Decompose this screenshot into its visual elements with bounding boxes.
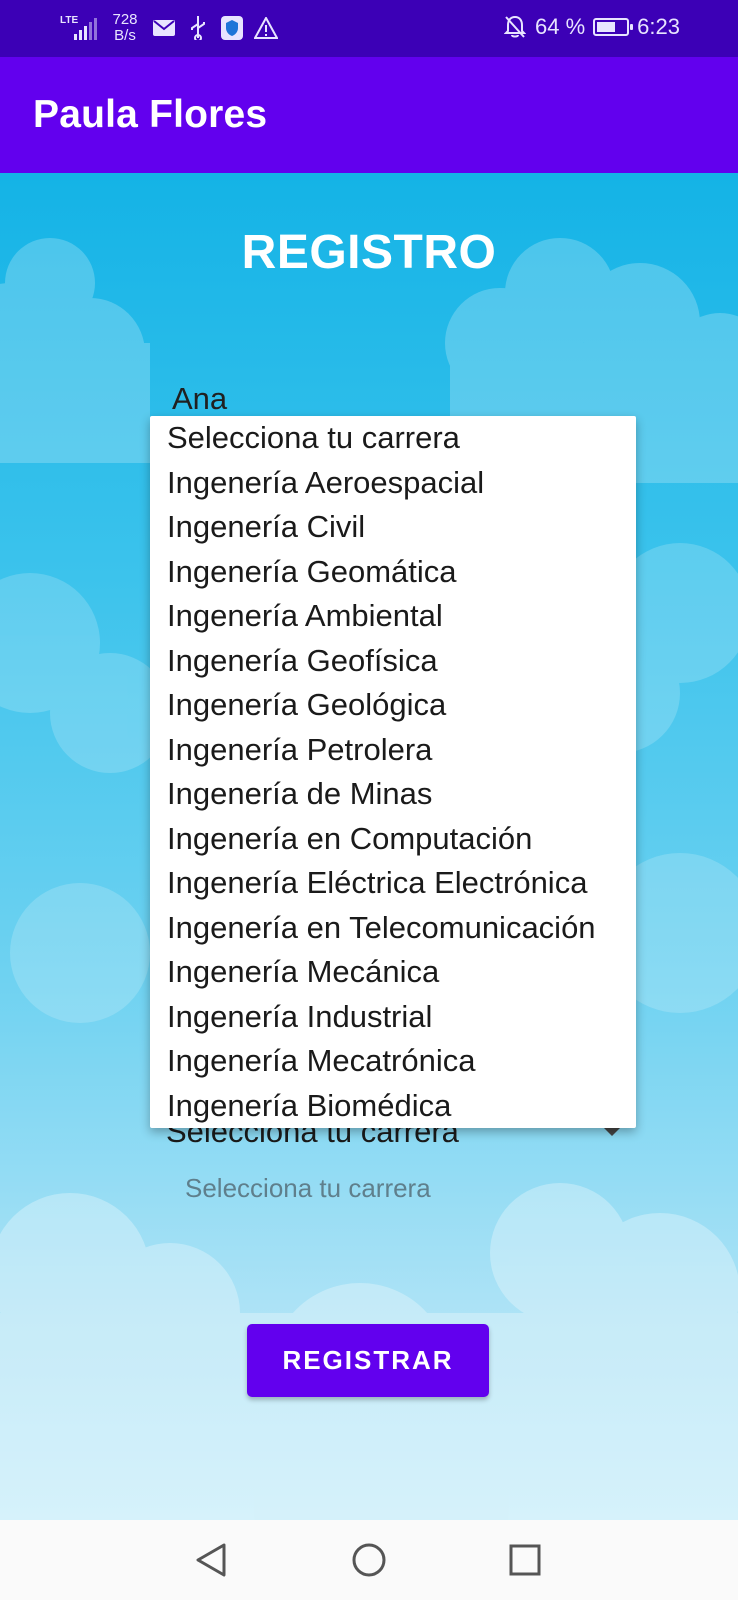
career-option[interactable]: Ingenería Biomédica xyxy=(150,1084,636,1129)
network-speed: 728 B/s xyxy=(108,12,142,44)
app-title: Paula Flores xyxy=(33,93,268,136)
status-bar-left: LTE 728 B/s xyxy=(60,12,278,44)
warning-icon xyxy=(254,16,278,40)
career-option[interactable]: Ingenería de Minas xyxy=(150,772,636,817)
career-option[interactable]: Ingenería Civil xyxy=(150,505,636,550)
career-option[interactable]: Selecciona tu carrera xyxy=(150,416,636,461)
name-field[interactable]: Ana xyxy=(172,381,227,417)
career-dropdown-menu: Selecciona tu carrera Ingenería Aeroespa… xyxy=(150,416,636,1128)
battery-percent: 64 % xyxy=(535,14,586,39)
network-speed-unit: B/s xyxy=(114,27,136,44)
notifications-off-icon xyxy=(503,15,527,39)
career-option[interactable]: Ingenería Industrial xyxy=(150,995,636,1040)
phone-screen: LTE 728 B/s 64 % 6:23 Paula Flores REGIS… xyxy=(0,0,738,1600)
career-helper-text: Selecciona tu carrera xyxy=(185,1173,431,1203)
mail-icon xyxy=(152,16,176,40)
career-option[interactable]: Ingenería en Telecomunicación xyxy=(150,906,636,951)
shield-icon xyxy=(220,16,244,40)
career-option[interactable]: Ingenería Geofísica xyxy=(150,639,636,684)
career-option[interactable]: Ingenería Aeroespacial xyxy=(150,461,636,506)
clock: 6:23 xyxy=(637,14,680,39)
career-option[interactable]: Ingenería Mecánica xyxy=(150,950,636,995)
back-icon[interactable] xyxy=(191,1540,231,1580)
career-option[interactable]: Ingenería Petrolera xyxy=(150,728,636,773)
network-speed-value: 728 xyxy=(112,11,138,28)
career-options-list: Selecciona tu carrera Ingenería Aeroespa… xyxy=(150,416,636,1128)
career-option[interactable]: Ingenería Geomática xyxy=(150,550,636,595)
recents-icon[interactable] xyxy=(505,1540,545,1580)
battery-charging-icon xyxy=(593,18,634,36)
career-option[interactable]: Ingenería Mecatrónica xyxy=(150,1039,636,1084)
navigation-bar xyxy=(0,1520,738,1600)
page-heading: REGISTRO xyxy=(241,226,497,279)
status-bar-right: 64 % 6:23 xyxy=(503,14,680,40)
career-option[interactable]: Ingenería Geológica xyxy=(150,683,636,728)
app-bar: Paula Flores xyxy=(0,57,738,173)
career-option[interactable]: Ingenería en Computación xyxy=(150,817,636,862)
status-bar: LTE 728 B/s 64 % 6:23 xyxy=(0,0,738,57)
career-option[interactable]: Ingenería Ambiental xyxy=(150,594,636,639)
register-button[interactable]: REGISTRAR xyxy=(247,1324,489,1397)
career-option[interactable]: Ingenería Eléctrica Electrónica xyxy=(150,861,636,906)
signal-icon: LTE xyxy=(60,14,98,42)
usb-icon xyxy=(186,16,210,40)
home-icon[interactable] xyxy=(349,1540,389,1580)
